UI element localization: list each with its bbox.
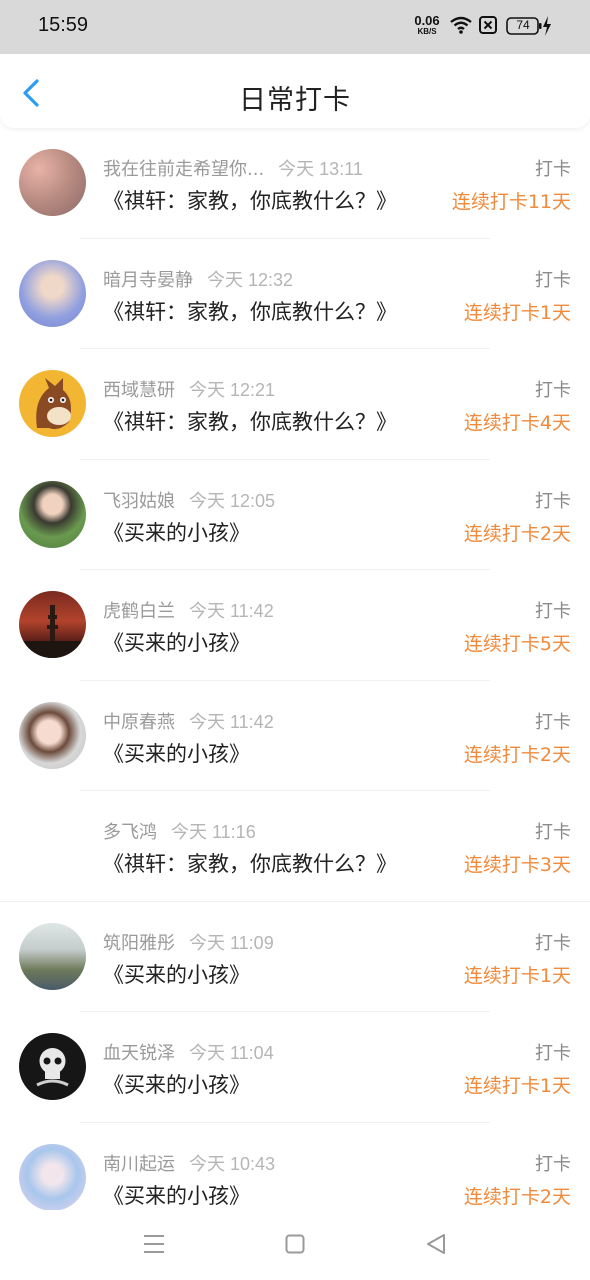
avatar[interactable] [19,1033,86,1100]
checkin-label: 打卡 [535,380,571,401]
close-box-icon [479,16,497,34]
username[interactable]: 中原春燕 [103,712,175,733]
home-square-icon[interactable] [285,1234,305,1254]
avatar[interactable] [19,591,86,658]
checkin-time: 今天 11:16 [171,822,256,842]
book-title[interactable]: 《祺轩：家教，你底教什么？》 [103,848,397,878]
avatar[interactable] [19,1143,86,1211]
streak-count: 连续打卡4天 [463,412,571,434]
status-bar: 15:59 0.06 KB/S 74 [0,0,590,54]
horse-cartoon-icon [36,378,71,430]
avatar[interactable] [19,149,86,216]
streak-count: 连续打卡3天 [463,854,571,876]
streak-count: 连续打卡1天 [463,301,571,324]
list-item[interactable]: 血天锐泽 今天 11:04 《买来的小孩》 打卡 连续打卡1天 [0,1012,590,1123]
streak-count: 连续打卡11天 [451,191,571,213]
list-item[interactable]: 飞羽姑娘 今天 12:05 《买来的小孩》 打卡 连续打卡2天 [0,460,590,570]
streak-count: 连续打卡1天 [463,964,571,987]
book-title[interactable]: 《祺轩：家教，你底教什么？》 [103,406,397,436]
list-item[interactable]: 筑阳雅彤 今天 11:09 《买来的小孩》 打卡 连续打卡1天 [0,902,590,1012]
username[interactable]: 暗月寺晏静 [103,270,193,291]
username[interactable]: 多飞鸿 [103,822,157,843]
checkin-time: 今天 11:09 [189,932,274,953]
checkin-time: 今天 11:42 [189,601,274,621]
back-triangle-icon[interactable] [425,1233,447,1255]
avatar[interactable] [19,370,86,437]
book-title[interactable]: 《祺轩：家教，你底教什么？》 [103,296,397,326]
streak-count: 连续打卡2天 [463,743,571,766]
book-title[interactable]: 《买来的小孩》 [103,1069,250,1099]
checkin-list: 我在往前走希望你... 今天 13:11 《祺轩：家教，你底教什么？》 打卡 连续… [0,128,590,1233]
list-item[interactable]: 多飞鸿 今天 11:16 《祺轩：家教，你底教什么？》 打卡 连续打卡3天 [0,791,590,902]
streak-count: 连续打卡2天 [463,522,571,545]
username[interactable]: 南川起运 [103,1154,175,1175]
system-nav-bar [0,1210,590,1280]
avatar[interactable] [19,259,86,327]
checkin-time: 今天 10:43 [189,1153,276,1174]
book-title[interactable]: 《买来的小孩》 [103,517,250,547]
menu-icon[interactable] [143,1234,165,1254]
streak-count: 连续打卡1天 [463,1075,571,1097]
wifi-icon [450,16,472,34]
tower-icon [19,605,86,658]
username[interactable]: 筑阳雅彤 [103,933,175,954]
username[interactable]: 飞羽姑娘 [103,491,175,512]
checkin-time: 今天 12:21 [189,380,276,400]
list-item[interactable]: 暗月寺晏静 今天 12:32 《祺轩：家教，你底教什么？》 打卡 连续打卡1天 [0,239,590,349]
checkin-label: 打卡 [535,932,571,954]
avatar[interactable] [19,701,86,769]
skull-icon [36,1048,69,1087]
list-item[interactable]: 虎鹤白兰 今天 11:42 《买来的小孩》 打卡 连续打卡5天 [0,570,590,681]
page-header: 日常打卡 [0,54,590,128]
username[interactable]: 我在往前走希望你... [103,159,264,180]
streak-count: 连续打卡5天 [463,633,571,655]
username[interactable]: 西域慧研 [103,380,175,401]
checkin-time: 今天 11:42 [189,711,274,732]
checkin-time: 今天 13:11 [278,159,363,179]
status-time: 15:59 [38,14,89,36]
checkin-label: 打卡 [535,822,571,843]
network-speed-value: 0.06 [414,13,440,28]
username[interactable]: 虎鹤白兰 [103,601,175,622]
checkin-label: 打卡 [535,269,571,291]
avatar[interactable] [19,480,86,548]
streak-count: 连续打卡2天 [463,1185,571,1208]
list-item[interactable]: 西域慧研 今天 12:21 《祺轩：家教，你底教什么？》 打卡 连续打卡4天 [0,349,590,460]
checkin-label: 打卡 [535,1043,571,1064]
checkin-time: 今天 12:05 [189,490,276,511]
checkin-label: 打卡 [535,601,571,622]
book-title[interactable]: 《买来的小孩》 [103,1180,250,1210]
checkin-label: 打卡 [535,1153,571,1175]
book-title[interactable]: 《祺轩：家教，你底教什么？》 [103,185,397,215]
checkin-label: 打卡 [535,159,571,180]
checkin-label: 打卡 [535,711,571,733]
checkin-time: 今天 12:32 [207,269,294,290]
avatar[interactable] [19,922,86,990]
page-title: 日常打卡 [239,85,351,116]
checkin-time: 今天 11:04 [189,1043,274,1063]
checkin-label: 打卡 [535,490,571,512]
network-speed: 0.06 KB/S [412,14,442,36]
username[interactable]: 血天锐泽 [103,1043,175,1064]
book-title[interactable]: 《买来的小孩》 [103,627,250,657]
book-title[interactable]: 《买来的小孩》 [103,959,250,989]
list-item[interactable]: 中原春燕 今天 11:42 《买来的小孩》 打卡 连续打卡2天 [0,681,590,791]
network-speed-unit: KB/S [417,27,437,36]
list-item[interactable]: 我在往前走希望你... 今天 13:11 《祺轩：家教，你底教什么？》 打卡 连续… [0,128,590,239]
book-title[interactable]: 《买来的小孩》 [103,738,250,768]
battery-level: 74 [516,18,530,32]
